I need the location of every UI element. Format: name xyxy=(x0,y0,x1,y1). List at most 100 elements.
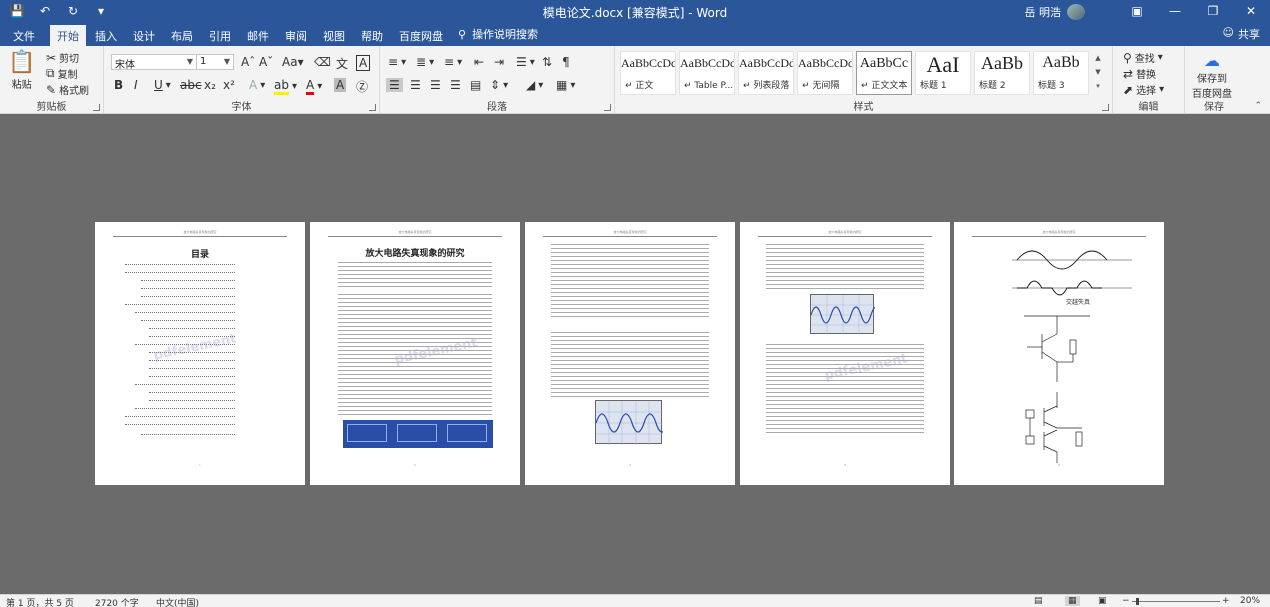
page-2[interactable]: 放大电路失真现象的研究 放大电路失真现象的研究 pdfelement 1 xyxy=(310,222,520,485)
chinese-layout-icon[interactable]: ☰ ▾ xyxy=(516,55,535,69)
tab-home[interactable]: 开始 xyxy=(50,25,86,46)
phonetic-guide-icon[interactable]: 文 xyxy=(336,55,348,72)
tab-design[interactable]: 设计 xyxy=(126,25,162,46)
web-layout-icon[interactable]: ▣ xyxy=(1098,596,1107,606)
page-4[interactable]: 放大电路失真现象的研究 pdfelement 3 xyxy=(740,222,950,485)
zoom-slider[interactable] xyxy=(1132,601,1220,602)
page-1[interactable]: 放大电路失真现象的研究 目录 pdfelement I xyxy=(95,222,305,485)
grow-font-button[interactable]: Aˆ xyxy=(241,55,255,69)
page-5[interactable]: 放大电路失真现象的研究 交越失真 4 xyxy=(954,222,1164,485)
tab-layout[interactable]: 布局 xyxy=(164,25,200,46)
paragraph-launcher-icon[interactable] xyxy=(604,104,611,111)
zoom-level[interactable]: 20% xyxy=(1240,596,1260,606)
bullets-button[interactable]: ≡ ▾ xyxy=(388,55,406,69)
collapse-ribbon-icon[interactable]: ⌃ xyxy=(1254,101,1262,111)
tab-help[interactable]: 帮助 xyxy=(354,25,390,46)
read-mode-icon[interactable]: ▤ xyxy=(1034,596,1043,606)
enclose-character-icon[interactable]: Ⓩ xyxy=(356,78,368,95)
strikethrough-button[interactable]: abc xyxy=(180,78,202,92)
font-color-button[interactable]: A ▾ xyxy=(306,78,322,95)
distributed-button[interactable]: ▤ xyxy=(470,78,481,92)
highlight-color-button[interactable]: ab ▾ xyxy=(274,78,297,95)
style-list-paragraph[interactable]: AaBbCcDdI ↵ 列表段落 xyxy=(738,51,794,95)
tab-references[interactable]: 引用 xyxy=(202,25,238,46)
zoom-slider-thumb[interactable] xyxy=(1135,598,1139,605)
font-launcher-icon[interactable] xyxy=(369,104,376,111)
style-heading-3[interactable]: AaBb 标题 3 xyxy=(1033,51,1089,95)
text-line xyxy=(551,348,709,349)
page-count[interactable]: 第 1 页，共 5 页 xyxy=(6,596,74,607)
font-name-combo[interactable]: 宋体 ▼ xyxy=(111,54,197,71)
paste-button[interactable]: 📋 粘贴 xyxy=(8,50,35,91)
zoom-out-icon[interactable]: − xyxy=(1122,596,1130,606)
align-right-button[interactable]: ☰ xyxy=(430,78,441,92)
tab-insert[interactable]: 插入 xyxy=(88,25,124,46)
character-shading-icon[interactable]: A xyxy=(334,78,347,92)
save-to-netdisk-button[interactable]: ☁ 保存到 百度网盘 xyxy=(1192,51,1232,100)
text-line xyxy=(766,352,924,353)
cut-button[interactable]: ✂ 剪切 xyxy=(46,50,79,66)
page-header: 放大电路失真现象的研究 xyxy=(1042,230,1076,234)
character-border-icon[interactable]: A xyxy=(356,55,371,71)
tab-baidu-netdisk[interactable]: 百度网盘 xyxy=(392,25,450,46)
show-marks-icon[interactable]: ¶ xyxy=(562,55,570,69)
clipboard-launcher-icon[interactable] xyxy=(93,104,100,111)
print-layout-icon[interactable]: ▦ xyxy=(1065,596,1080,606)
shading-button[interactable]: ◢ ▾ xyxy=(526,78,543,92)
underline-button[interactable]: U ▾ xyxy=(154,78,171,92)
tab-file[interactable]: 文件 xyxy=(6,25,42,46)
text-line xyxy=(766,364,924,365)
restore-icon[interactable]: ❐ xyxy=(1194,0,1232,22)
bold-button[interactable]: B xyxy=(114,78,123,92)
subscript-button[interactable]: x₂ xyxy=(204,78,216,92)
word-count[interactable]: 2720 个字 xyxy=(95,596,139,607)
page-3[interactable]: 放大电路失真现象的研究 2 xyxy=(525,222,735,485)
decrease-indent-icon[interactable]: ⇤ xyxy=(474,55,484,69)
avatar[interactable] xyxy=(1067,4,1085,20)
sort-icon[interactable]: ⇅ xyxy=(542,55,552,69)
close-icon[interactable]: ✕ xyxy=(1232,0,1270,22)
style-no-spacing[interactable]: AaBbCcDdI ↵ 无间隔 xyxy=(797,51,853,95)
language[interactable]: 中文(中国) xyxy=(156,596,199,607)
shrink-font-button[interactable]: Aˇ xyxy=(259,55,273,69)
styles-scroll[interactable]: ▲ ▼ ▾ xyxy=(1093,51,1103,95)
copy-button[interactable]: ⧉ 复制 xyxy=(46,66,78,81)
italic-button[interactable]: I xyxy=(134,78,138,92)
tell-me-search[interactable]: ⚲ 操作说明搜索 xyxy=(458,26,538,42)
text-effects-button[interactable]: A ▾ xyxy=(249,78,265,92)
style-heading-1[interactable]: AaI 标题 1 xyxy=(915,51,971,95)
text-line xyxy=(551,280,709,281)
ribbon-display-icon[interactable]: ▣ xyxy=(1118,0,1156,22)
text-line xyxy=(338,342,492,343)
style-normal[interactable]: AaBbCcDdI ↵ 正文 xyxy=(620,51,676,95)
format-painter-button[interactable]: ✎ 格式刷 xyxy=(46,82,89,98)
select-button[interactable]: ⬈ 选择 ▾ xyxy=(1123,82,1164,98)
share-button[interactable]: ☺ 共享 xyxy=(1223,26,1260,42)
line-spacing-button[interactable]: ⇕ ▾ xyxy=(490,78,508,92)
font-size-combo[interactable]: 1 ▼ xyxy=(196,54,234,70)
superscript-button[interactable]: x² xyxy=(223,78,235,92)
multilevel-list-button[interactable]: ≡ ▾ xyxy=(444,55,462,69)
justify-button[interactable]: ☰ xyxy=(450,78,461,92)
align-left-button[interactable]: ☰ xyxy=(386,78,403,92)
text-line xyxy=(338,306,492,307)
clear-format-icon[interactable]: ⌫ xyxy=(314,55,331,69)
style-body-text[interactable]: AaBbCc ↵ 正文文本 xyxy=(856,51,912,95)
change-case-button[interactable]: Aa▾ xyxy=(282,55,304,69)
minimize-icon[interactable]: — xyxy=(1156,0,1194,22)
zoom-in-icon[interactable]: + xyxy=(1222,596,1230,606)
numbering-button[interactable]: ≣ ▾ xyxy=(416,55,434,69)
text-line xyxy=(338,330,492,331)
increase-indent-icon[interactable]: ⇥ xyxy=(494,55,504,69)
align-center-button[interactable]: ☰ xyxy=(410,78,421,92)
style-table-paragraph[interactable]: AaBbCcDdI ↵ Table P... xyxy=(679,51,735,95)
user-account[interactable]: 岳 明浩 xyxy=(1025,4,1085,20)
replace-button[interactable]: ⇄ 替换 xyxy=(1123,66,1156,82)
borders-button[interactable]: ▦ ▾ xyxy=(556,78,575,92)
tab-view[interactable]: 视图 xyxy=(316,25,352,46)
tab-review[interactable]: 审阅 xyxy=(278,25,314,46)
find-button[interactable]: ⚲ 查找 ▾ xyxy=(1123,50,1163,66)
style-heading-2[interactable]: AaBb 标题 2 xyxy=(974,51,1030,95)
tab-mailings[interactable]: 邮件 xyxy=(240,25,276,46)
styles-launcher-icon[interactable] xyxy=(1102,104,1109,111)
